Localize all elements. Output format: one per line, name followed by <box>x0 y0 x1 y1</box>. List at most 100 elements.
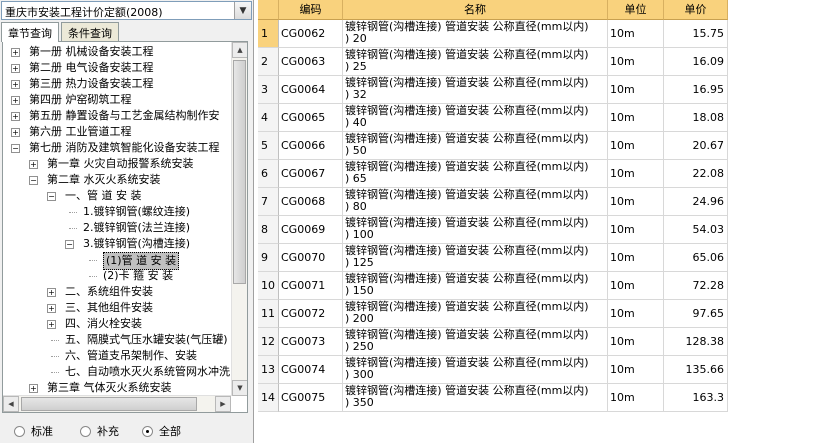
table-row[interactable]: 4 CG0065 镀锌钢管(沟槽连接) 管道安装 公称直径(mm以内) ) 40 10… <box>258 104 728 132</box>
column-header-unit[interactable]: 单位 <box>608 0 664 20</box>
row-number[interactable]: 12 <box>258 328 279 356</box>
radio-circle[interactable] <box>80 425 91 437</box>
tree-horizontal-scrollbar[interactable]: ◀ ▶ <box>3 395 231 412</box>
cell-price[interactable]: 97.65 <box>664 300 728 328</box>
cell-code[interactable]: CG0064 <box>279 76 343 104</box>
tree-vertical-scrollbar[interactable]: ▲ ▼ <box>231 42 247 396</box>
radio-circle[interactable] <box>14 425 25 437</box>
expand-icon[interactable]: + <box>11 64 20 73</box>
table-row[interactable]: 12 CG0073 镀锌钢管(沟槽连接) 管道安装 公称直径(mm以内) ) 250… <box>258 328 728 356</box>
expand-icon[interactable]: + <box>47 304 56 313</box>
cell-code[interactable]: CG0063 <box>279 48 343 76</box>
tree-node[interactable]: + 第二册 电气设备安装工程 <box>3 60 231 76</box>
scroll-left-icon[interactable]: ◀ <box>3 396 19 412</box>
cell-price[interactable]: 135.66 <box>664 356 728 384</box>
cell-code[interactable]: CG0070 <box>279 244 343 272</box>
tree-node[interactable]: + 二、系统组件安装 <box>3 284 231 300</box>
cell-unit[interactable]: 10m <box>608 76 664 104</box>
collapse-icon[interactable]: − <box>11 144 20 153</box>
expand-icon[interactable]: + <box>11 128 20 137</box>
cell-price[interactable]: 163.3 <box>664 384 728 412</box>
filter-radio-all[interactable]: 全部 <box>142 423 181 439</box>
expand-icon[interactable]: + <box>29 384 38 393</box>
expand-icon[interactable]: + <box>11 48 20 57</box>
tree-node-selected[interactable]: (1)管 道 安 装 <box>3 252 231 270</box>
scroll-down-icon[interactable]: ▼ <box>232 380 247 396</box>
quota-selector[interactable]: 重庆市安装工程计价定额(2008) ▼ <box>1 1 252 20</box>
table-row[interactable]: 2 CG0063 镀锌钢管(沟槽连接) 管道安装 公称直径(mm以内) ) 25 10… <box>258 48 728 76</box>
tree-node[interactable]: 六、管道支吊架制作、安装 <box>3 348 231 364</box>
cell-price[interactable]: 24.96 <box>664 188 728 216</box>
filter-radio-standard[interactable]: 标准 <box>14 423 53 439</box>
cell-name[interactable]: 镀锌钢管(沟槽连接) 管道安装 公称直径(mm以内) ) 65 <box>343 160 608 188</box>
expand-icon[interactable]: + <box>47 288 56 297</box>
cell-price[interactable]: 18.08 <box>664 104 728 132</box>
tree-node[interactable]: (2)卡 箍 安 装 <box>3 268 231 284</box>
expand-icon[interactable]: + <box>11 112 20 121</box>
tree-node[interactable]: + 三、其他组件安装 <box>3 300 231 316</box>
column-header-name[interactable]: 名称 <box>343 0 608 20</box>
cell-unit[interactable]: 10m <box>608 104 664 132</box>
table-row[interactable]: 5 CG0066 镀锌钢管(沟槽连接) 管道安装 公称直径(mm以内) ) 50 10… <box>258 132 728 160</box>
cell-code[interactable]: CG0068 <box>279 188 343 216</box>
row-number[interactable]: 5 <box>258 132 279 160</box>
scroll-up-icon[interactable]: ▲ <box>232 42 247 58</box>
tree-node[interactable]: + 第三章 气体灭火系统安装 <box>3 380 231 396</box>
expand-icon[interactable]: + <box>11 80 20 89</box>
expand-icon[interactable]: + <box>29 160 38 169</box>
cell-price[interactable]: 15.75 <box>664 20 728 48</box>
tree-node[interactable]: − 第二章 水灭火系统安装 <box>3 172 231 188</box>
tree-node[interactable]: + 第五册 静置设备与工艺金属结构制作安 <box>3 108 231 124</box>
cell-price[interactable]: 54.03 <box>664 216 728 244</box>
expand-icon[interactable]: + <box>47 320 56 329</box>
cell-price[interactable]: 128.38 <box>664 328 728 356</box>
cell-unit[interactable]: 10m <box>608 20 664 48</box>
tree-node[interactable]: 1.镀锌钢管(螺纹连接) <box>3 204 231 220</box>
cell-name[interactable]: 镀锌钢管(沟槽连接) 管道安装 公称直径(mm以内) ) 40 <box>343 104 608 132</box>
cell-code[interactable]: CG0065 <box>279 104 343 132</box>
tree-node[interactable]: + 第六册 工业管道工程 <box>3 124 231 140</box>
cell-unit[interactable]: 10m <box>608 132 664 160</box>
row-number[interactable]: 1 <box>258 20 279 48</box>
column-header-code[interactable]: 编码 <box>279 0 343 20</box>
cell-code[interactable]: CG0069 <box>279 216 343 244</box>
table-row[interactable]: 9 CG0070 镀锌钢管(沟槽连接) 管道安装 公称直径(mm以内) ) 125 1… <box>258 244 728 272</box>
cell-unit[interactable]: 10m <box>608 356 664 384</box>
table-row[interactable]: 10 CG0071 镀锌钢管(沟槽连接) 管道安装 公称直径(mm以内) ) 150… <box>258 272 728 300</box>
tree-node[interactable]: − 第七册 消防及建筑智能化设备安装工程 <box>3 140 231 156</box>
cell-price[interactable]: 22.08 <box>664 160 728 188</box>
cell-unit[interactable]: 10m <box>608 300 664 328</box>
cell-name[interactable]: 镀锌钢管(沟槽连接) 管道安装 公称直径(mm以内) ) 80 <box>343 188 608 216</box>
cell-unit[interactable]: 10m <box>608 384 664 412</box>
cell-unit[interactable]: 10m <box>608 272 664 300</box>
expand-icon[interactable]: + <box>11 96 20 105</box>
cell-code[interactable]: CG0071 <box>279 272 343 300</box>
cell-code[interactable]: CG0073 <box>279 328 343 356</box>
tree-node[interactable]: + 第一章 火灾自动报警系统安装 <box>3 156 231 172</box>
cell-price[interactable]: 20.67 <box>664 132 728 160</box>
cell-code[interactable]: CG0074 <box>279 356 343 384</box>
collapse-icon[interactable]: − <box>29 176 38 185</box>
cell-price[interactable]: 72.28 <box>664 272 728 300</box>
cell-name[interactable]: 镀锌钢管(沟槽连接) 管道安装 公称直径(mm以内) ) 250 <box>343 328 608 356</box>
cell-name[interactable]: 镀锌钢管(沟槽连接) 管道安装 公称直径(mm以内) ) 50 <box>343 132 608 160</box>
cell-code[interactable]: CG0067 <box>279 160 343 188</box>
tree-node[interactable]: 七、自动喷水灭火系统管网水冲洗 <box>3 364 231 380</box>
table-row[interactable]: 11 CG0072 镀锌钢管(沟槽连接) 管道安装 公称直径(mm以内) ) 200… <box>258 300 728 328</box>
tree-node[interactable]: + 第三册 热力设备安装工程 <box>3 76 231 92</box>
cell-code[interactable]: CG0062 <box>279 20 343 48</box>
cell-code[interactable]: CG0066 <box>279 132 343 160</box>
cell-name[interactable]: 镀锌钢管(沟槽连接) 管道安装 公称直径(mm以内) ) 100 <box>343 216 608 244</box>
tree-node[interactable]: − 一、管 道 安 装 <box>3 188 231 204</box>
cell-code[interactable]: CG0075 <box>279 384 343 412</box>
tree-node[interactable]: + 四、消火栓安装 <box>3 316 231 332</box>
cell-unit[interactable]: 10m <box>608 244 664 272</box>
scroll-right-icon[interactable]: ▶ <box>215 396 231 412</box>
cell-price[interactable]: 16.95 <box>664 76 728 104</box>
table-row[interactable]: 13 CG0074 镀锌钢管(沟槽连接) 管道安装 公称直径(mm以内) ) 300… <box>258 356 728 384</box>
cell-name[interactable]: 镀锌钢管(沟槽连接) 管道安装 公称直径(mm以内) ) 32 <box>343 76 608 104</box>
row-number[interactable]: 14 <box>258 384 279 412</box>
cell-name[interactable]: 镀锌钢管(沟槽连接) 管道安装 公称直径(mm以内) ) 125 <box>343 244 608 272</box>
cell-name[interactable]: 镀锌钢管(沟槽连接) 管道安装 公称直径(mm以内) ) 20 <box>343 20 608 48</box>
tab-chapter-search[interactable]: 章节查询 <box>1 22 59 42</box>
